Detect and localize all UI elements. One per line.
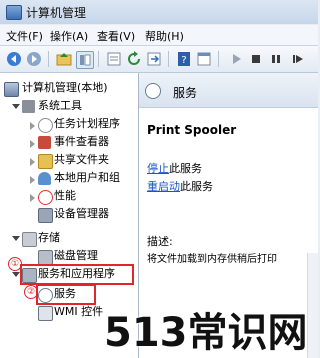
expand-arrow-icon[interactable]	[30, 176, 35, 184]
computer-icon	[4, 82, 19, 97]
tree-item-label: 性能	[54, 189, 76, 202]
vertical-scrollbar[interactable]	[307, 253, 318, 358]
event-viewer-icon	[38, 136, 51, 149]
menu-view[interactable]: 查看(V)	[97, 28, 135, 44]
tree-item-label: 系统工具	[38, 99, 82, 112]
highlight-services-apps	[20, 264, 134, 285]
tree-item-label: 任务计划程序	[54, 117, 120, 130]
services-gear-icon	[145, 83, 161, 99]
help-icon[interactable]: ?	[176, 51, 192, 67]
highlight-services	[36, 284, 96, 305]
users-icon	[38, 172, 51, 185]
pause-service-icon[interactable]	[268, 51, 284, 67]
wmi-icon	[38, 306, 53, 321]
menu-bar: 文件(F) 操作(A) 查看(V) 帮助(H)	[0, 25, 318, 46]
collapse-arrow-icon[interactable]	[12, 236, 20, 241]
tree-item-label: WMI 控件	[54, 305, 104, 318]
stop-service-link[interactable]: 停止	[147, 162, 169, 175]
tools-icon	[22, 100, 35, 113]
tree-item-label: 计算机管理(本地)	[22, 81, 108, 94]
title-bar: 计算机管理	[0, 0, 318, 24]
performance-icon	[38, 190, 53, 205]
restart-service-icon[interactable]	[290, 51, 306, 67]
service-name: Print Spooler	[147, 123, 237, 137]
tree-item-label: 设备管理器	[54, 207, 109, 220]
properties-icon[interactable]	[106, 51, 122, 67]
computer-management-icon	[6, 5, 22, 20]
console-icon[interactable]	[196, 51, 212, 67]
clock-icon	[38, 118, 53, 133]
stop-service-line: 停止此服务	[147, 160, 202, 176]
tree-item-label: 存储	[38, 231, 60, 244]
menu-file[interactable]: 文件(F)	[6, 28, 43, 44]
site-watermark: 513常识网	[104, 310, 308, 356]
tree-item-label: 共享文件夹	[54, 153, 109, 166]
start-service-icon[interactable]	[228, 51, 244, 67]
window-title: 计算机管理	[26, 6, 87, 20]
toolbar: ?	[0, 46, 318, 73]
menu-action[interactable]: 操作(A)	[50, 28, 88, 44]
back-icon[interactable]	[6, 51, 22, 67]
storage-icon	[22, 232, 37, 247]
restart-service-link[interactable]: 重启动	[147, 180, 180, 193]
restart-service-line: 重启动此服务	[147, 178, 213, 194]
svg-text:?: ?	[181, 55, 186, 66]
show-hide-tree-icon[interactable]	[76, 51, 94, 69]
menu-help[interactable]: 帮助(H)	[145, 28, 184, 44]
expand-arrow-icon[interactable]	[30, 158, 35, 166]
stop-service-icon[interactable]	[248, 51, 264, 67]
details-header-title: 服务	[173, 86, 198, 100]
forward-icon[interactable]	[26, 51, 42, 67]
details-header: 服务	[139, 73, 318, 108]
collapse-arrow-icon[interactable]	[12, 272, 20, 277]
stop-service-text: 此服务	[169, 162, 202, 175]
shared-folder-icon	[38, 154, 53, 169]
description-text: 将文件加载到内存供稍后打印	[147, 254, 277, 265]
device-manager-icon	[38, 208, 53, 223]
tree-item-label: 磁盘管理	[54, 249, 98, 262]
description-label: 描述:	[147, 235, 173, 248]
up-folder-icon[interactable]	[56, 51, 72, 67]
refresh-icon[interactable]	[126, 51, 142, 67]
expand-arrow-icon[interactable]	[30, 194, 35, 202]
tree-item-label: 事件查看器	[54, 135, 109, 148]
restart-service-text: 此服务	[180, 180, 213, 193]
collapse-arrow-icon[interactable]	[12, 104, 20, 109]
expand-arrow-icon[interactable]	[30, 122, 35, 130]
expand-arrow-icon[interactable]	[30, 140, 35, 148]
tree-item-label: 本地用户和组	[54, 171, 120, 184]
disk-icon	[38, 250, 53, 265]
export-list-icon[interactable]	[146, 51, 162, 67]
